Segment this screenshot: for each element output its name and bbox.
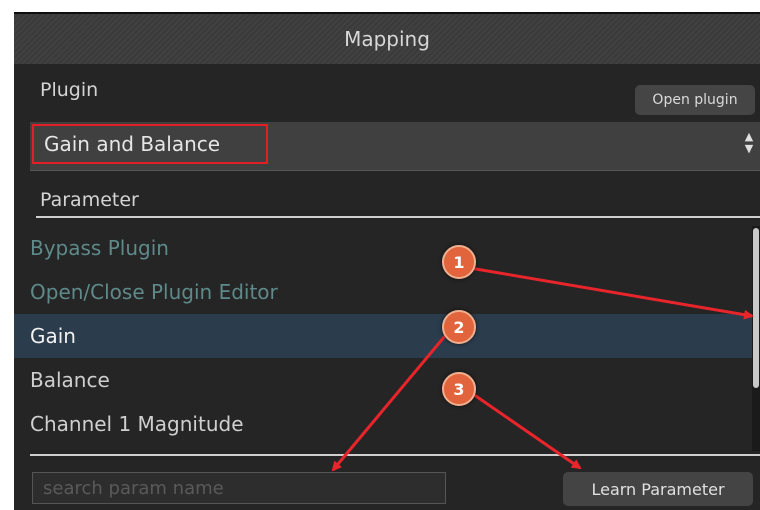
annotation-badge-3: 3 [442, 372, 476, 406]
list-item-label: Gain [30, 324, 76, 348]
plugin-select[interactable]: Gain and Balance ▲ ▼ [30, 122, 760, 171]
parameter-scrollbar[interactable] [752, 226, 760, 451]
list-item-gain[interactable]: Gain [14, 314, 752, 358]
parameter-list: Bypass Plugin Open/Close Plugin Editor G… [14, 226, 752, 451]
bottom-divider [30, 454, 760, 456]
list-item-label: Balance [30, 368, 110, 392]
search-param-input[interactable] [32, 472, 446, 504]
list-item-label: Bypass Plugin [30, 236, 169, 260]
learn-parameter-button[interactable]: Learn Parameter [563, 472, 753, 506]
annotation-badge-2: 2 [442, 310, 476, 344]
select-up-down-icon[interactable]: ▲ ▼ [742, 131, 756, 159]
parameter-section-label: Parameter [40, 189, 139, 211]
scrollbar-thumb[interactable] [753, 228, 759, 388]
plugin-section-label: Plugin [40, 79, 99, 101]
plugin-select-value[interactable]: Gain and Balance [32, 124, 268, 164]
screenshot-stage: Mapping Plugin Open plugin Gain and Bala… [0, 0, 760, 510]
selected-plugin-text: Gain and Balance [44, 132, 221, 156]
list-item-open-close-editor[interactable]: Open/Close Plugin Editor [14, 270, 752, 314]
list-item-label: Channel 1 Magnitude [30, 412, 244, 436]
open-plugin-button[interactable]: Open plugin [635, 85, 755, 115]
annotation-badge-1: 1 [442, 245, 476, 279]
list-item-channel-1-magnitude[interactable]: Channel 1 Magnitude [14, 402, 752, 446]
mapping-panel: Mapping Plugin Open plugin Gain and Bala… [14, 12, 760, 510]
list-item-balance[interactable]: Balance [14, 358, 752, 402]
list-item-bypass-plugin[interactable]: Bypass Plugin [14, 226, 752, 270]
window-titlebar: Mapping [14, 14, 760, 64]
parameter-header-underline [36, 216, 760, 218]
window-title: Mapping [344, 27, 430, 51]
list-item-label: Open/Close Plugin Editor [30, 280, 278, 304]
